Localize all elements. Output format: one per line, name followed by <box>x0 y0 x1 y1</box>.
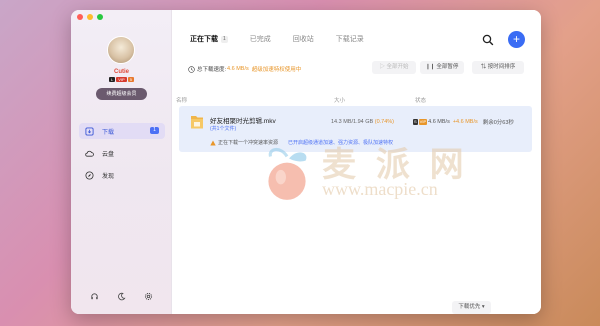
gear-icon[interactable] <box>144 292 153 301</box>
headset-icon[interactable] <box>90 292 99 301</box>
sidebar: Cutie L VIP 5 续费超级会员 下载 1 云盘 发现 <box>71 10 172 314</box>
compass-icon <box>85 170 94 180</box>
status-badge: S <box>413 119 418 125</box>
sidebar-item-label: 发现 <box>102 173 115 180</box>
file-count[interactable]: (共1个文件) <box>210 125 236 132</box>
vip-badge: VIP <box>116 77 127 82</box>
user-badges: L VIP 5 <box>109 77 134 82</box>
add-task-button[interactable]: + <box>508 31 525 48</box>
tab-label: 下载记录 <box>335 36 364 43</box>
sidebar-item-label: 下载 <box>102 129 115 136</box>
download-count-badge: 1 <box>150 127 159 134</box>
macpie-logo-icon <box>268 147 307 200</box>
sort-by-time-button[interactable]: ⇅ 按时间排序 <box>472 61 524 74</box>
zoom-window-button[interactable] <box>97 14 103 20</box>
watermark-url: www.macpie.cn <box>322 179 438 199</box>
time-remaining: 剩余0分63秒 <box>482 120 514 126</box>
tab-completed[interactable]: 已完成 <box>250 34 271 44</box>
pause-all-button[interactable]: ❙❙ 全部暂停 <box>420 61 464 74</box>
boost-speed: +4.6 MB/s <box>452 119 478 125</box>
speed-icon <box>188 65 195 73</box>
download-status: S VIP 4.6 MB/s +4.6 MB/s 剩余0分63秒 <box>413 118 514 126</box>
minimize-window-button[interactable] <box>87 14 93 20</box>
tab-recycle-bin[interactable]: 回收站 <box>293 34 314 44</box>
vip-acceleration-link[interactable]: 超级加速特权使用中 <box>252 65 302 73</box>
tab-count-badge: 1 <box>221 35 228 43</box>
tab-downloading[interactable]: 正在下载 1 <box>190 34 228 44</box>
file-size: 14.3 MB/1.94 GB (0.74%) <box>331 119 394 125</box>
total-speed-bar: 总下载速度: 4.6 MB/s 超级加速特权使用中 <box>188 65 301 73</box>
window-controls <box>77 14 103 20</box>
sidebar-item-label: 云盘 <box>102 151 115 158</box>
tab-label: 回收站 <box>292 36 314 43</box>
tab-bar: 正在下载 1 已完成 回收站 下载记录 <box>190 34 386 44</box>
start-all-label: 全部开始 <box>386 64 409 70</box>
size-percent: (0.74%) <box>374 119 394 125</box>
close-window-button[interactable] <box>77 14 83 20</box>
download-icon <box>85 126 94 136</box>
table-header: 名称 大小 状态 <box>172 94 541 104</box>
moon-icon[interactable] <box>117 292 126 301</box>
warning-icon <box>210 140 216 145</box>
start-all-button[interactable]: ▷ 全部开始 <box>372 61 416 74</box>
speed-value: 4.6 MB/s <box>227 66 249 72</box>
sidebar-item-cloud[interactable]: 云盘 <box>79 145 165 161</box>
speed-label: 总下载速度: <box>197 67 227 73</box>
level-badge: L <box>109 77 116 82</box>
sidebar-item-download[interactable]: 下载 1 <box>79 123 165 139</box>
search-icon[interactable] <box>481 33 495 47</box>
sidebar-footer <box>71 292 172 301</box>
sidebar-item-discover[interactable]: 发现 <box>79 167 165 183</box>
rank-badge: 5 <box>127 77 134 82</box>
column-status[interactable]: 状态 <box>415 96 426 104</box>
app-window: Cutie L VIP 5 续费超级会员 下载 1 云盘 发现 正在下载 1 已… <box>71 10 541 314</box>
sort-time-label: 按时间排序 <box>487 64 516 70</box>
renew-vip-button[interactable]: 续费超级会员 <box>96 88 147 100</box>
main-panel: 正在下载 1 已完成 回收站 下载记录 + 总下载速度: 4.6 MB/s 超级… <box>172 10 541 314</box>
download-priority-dropdown[interactable]: 下载优先 ▾ <box>452 301 491 314</box>
username: Cutie <box>114 69 129 75</box>
folder-file-icon <box>191 116 203 129</box>
file-name: 好友相聚时光剪辑.mkv <box>210 118 276 125</box>
tab-download-history[interactable]: 下载记录 <box>336 34 364 44</box>
pause-all-label: 全部暂停 <box>436 64 459 70</box>
avatar[interactable] <box>107 36 135 64</box>
size-progress: 14.3 MB/1.94 GB <box>331 119 374 125</box>
tab-label: 已完成 <box>249 36 271 43</box>
download-speed: 4.6 MB/s <box>428 119 450 125</box>
vip-status-badge: VIP <box>418 119 428 125</box>
cloud-icon <box>85 150 94 157</box>
column-size[interactable]: 大小 <box>334 96 345 104</box>
column-name[interactable]: 名称 <box>176 96 187 104</box>
tab-label: 正在下载 <box>190 36 218 43</box>
